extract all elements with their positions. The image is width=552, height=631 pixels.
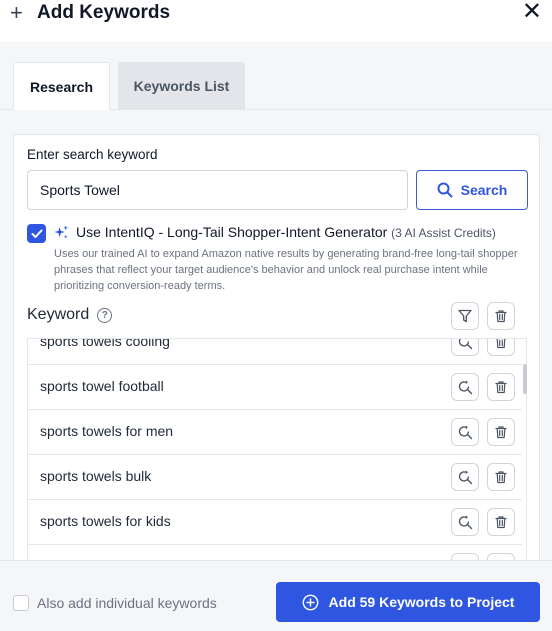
plus-icon: + [10,0,23,25]
also-add-label: Also add individual keywords [37,595,217,611]
search-refresh-icon [458,470,472,484]
search-refresh-icon [458,380,472,394]
modal-title: Add Keywords [37,2,171,23]
check-icon [31,229,42,238]
search-refresh-icon [458,425,472,439]
delete-all-button[interactable] [487,302,515,330]
intentiq-title-text: Use IntentIQ - Long-Tail Shopper-Intent … [76,224,388,240]
close-icon[interactable]: ✕ [522,0,542,24]
keyword-text: sports towel football [40,378,164,394]
plus-circle-icon [302,594,318,610]
list-scrollbar[interactable] [523,364,527,394]
list-item: sports towels cooling [28,338,522,365]
search-icon [437,182,453,198]
search-keyword-button[interactable] [451,463,479,491]
list-item: sports towel football [28,365,522,410]
intentiq-checkbox[interactable] [27,224,46,243]
add-keywords-button[interactable]: Add 59 Keywords to Project [276,582,540,622]
filter-button[interactable] [451,302,479,330]
keyword-column-header: Keyword ? [27,306,113,324]
keyword-text: sports towels for kids [40,513,171,529]
list-item: sports towels bulk [28,455,522,500]
research-card: Enter search keyword Search Use IntentIQ… [13,134,540,564]
intentiq-credits: (3 AI Assist Credits) [391,226,496,240]
sparkle-icon [54,225,69,239]
list-item: sports towels for kids [28,500,522,545]
delete-keyword-button[interactable] [487,339,515,356]
content-area: Enter search keyword Search Use IntentIQ… [0,110,552,564]
also-add-checkbox[interactable] [13,595,29,611]
trash-icon [495,339,507,349]
delete-keyword-button[interactable] [487,418,515,446]
intentiq-title: Use IntentIQ - Long-Tail Shopper-Intent … [76,224,496,240]
filter-icon [458,309,472,323]
search-button-label: Search [460,182,508,198]
keyword-list[interactable]: sports towels cooling sports towel footb… [27,338,527,563]
search-keyword-button[interactable] [451,373,479,401]
modal-header: + Add Keywords ✕ [0,0,552,42]
add-keywords-label: Add 59 Keywords to Project [328,594,515,610]
search-keyword-button[interactable] [451,339,479,356]
tab-research[interactable]: Research [13,62,110,111]
search-refresh-icon [458,515,472,529]
delete-keyword-button[interactable] [487,508,515,536]
search-keyword-button[interactable] [451,418,479,446]
keyword-header-label: Keyword [27,306,90,323]
search-button[interactable]: Search [416,170,528,210]
search-label: Enter search keyword [27,147,158,162]
trash-icon [495,426,507,439]
modal-footer: Also add individual keywords Add 59 Keyw… [0,560,552,631]
delete-keyword-button[interactable] [487,463,515,491]
trash-icon [495,471,507,484]
tab-keywords-list[interactable]: Keywords List [118,62,245,110]
trash-icon [495,381,507,394]
keyword-text: sports towels cooling [40,338,170,349]
tab-bar: Research Keywords List [0,42,552,111]
trash-icon [495,310,507,323]
search-refresh-icon [458,339,472,349]
search-keyword-button[interactable] [451,508,479,536]
trash-icon [495,516,507,529]
search-input[interactable] [27,170,408,210]
list-item: sports towels for men [28,410,522,455]
keyword-text: sports towels bulk [40,468,152,484]
help-icon[interactable]: ? [97,307,113,323]
intentiq-description: Uses our trained AI to expand Amazon nat… [54,248,518,292]
delete-keyword-button[interactable] [487,373,515,401]
keyword-text: sports towels for men [40,423,174,439]
